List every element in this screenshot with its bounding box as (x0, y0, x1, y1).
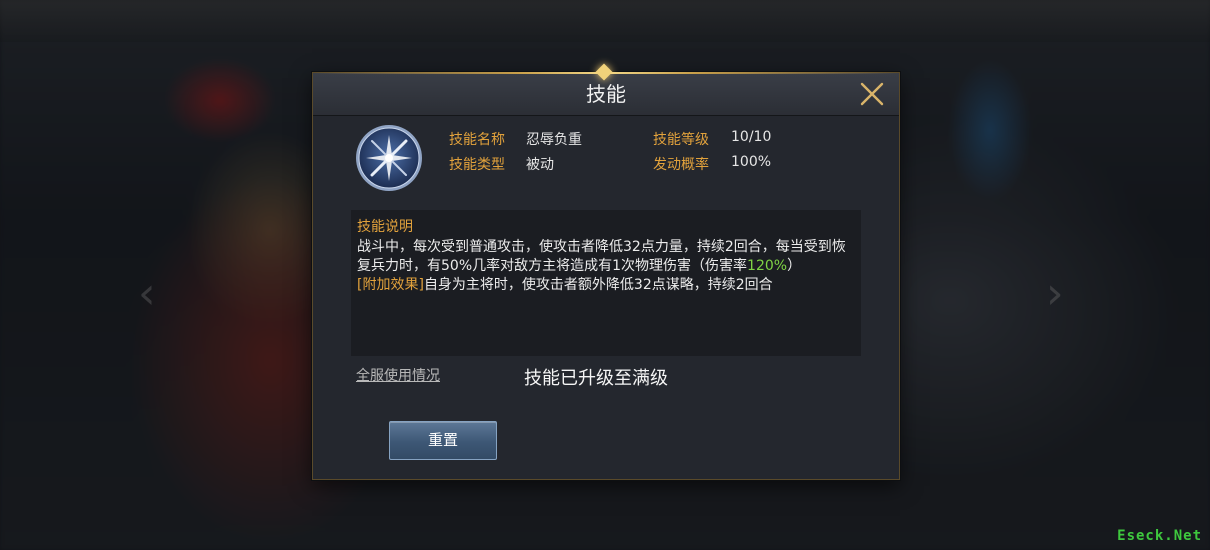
skill-name-value: 忍辱负重 (526, 132, 582, 148)
skill-type-value: 被动 (526, 157, 554, 173)
close-button[interactable] (859, 81, 885, 107)
dialog-header: 技能 (313, 63, 899, 116)
skill-type-label: 技能类型 (449, 157, 505, 173)
skill-level-label: 技能等级 (653, 132, 709, 148)
dialog-title: 技能 (586, 82, 626, 106)
extra-effect-label: [附加效果] (357, 277, 424, 293)
skill-dialog: 技能 技能名称 忍辱负重 技能等级 10/10 技能类型 被动 发动概率 100… (312, 63, 900, 480)
extra-effect-text: 自身为主将时，使攻击者额外降低32点谋略，持续2回合 (423, 277, 773, 293)
watermark: Eseck.Net (1117, 528, 1202, 544)
max-level-status: 技能已升级至满级 (524, 368, 668, 389)
skill-name-label: 技能名称 (449, 132, 505, 148)
trigger-rate-value: 100% (731, 154, 772, 170)
skill-description-box: 技能说明 战斗中，每次受到普通攻击，使攻击者降低32点力量，持续2回合，每当受到… (351, 210, 861, 356)
damage-rate-highlight: 120% (747, 258, 788, 274)
description-text: 战斗中，每次受到普通攻击，使攻击者降低32点力量，持续2回合，每当受到恢复兵力时… (357, 238, 857, 295)
skill-level-value: 10/10 (731, 129, 772, 145)
crossed-swords-icon (356, 125, 422, 191)
trigger-rate-label: 发动概率 (653, 157, 709, 173)
server-usage-link[interactable]: 全服使用情况 (356, 365, 440, 385)
description-close-paren: ） (787, 258, 802, 274)
close-icon (860, 82, 884, 106)
reset-button[interactable]: 重置 (389, 421, 497, 460)
description-title: 技能说明 (357, 219, 413, 235)
